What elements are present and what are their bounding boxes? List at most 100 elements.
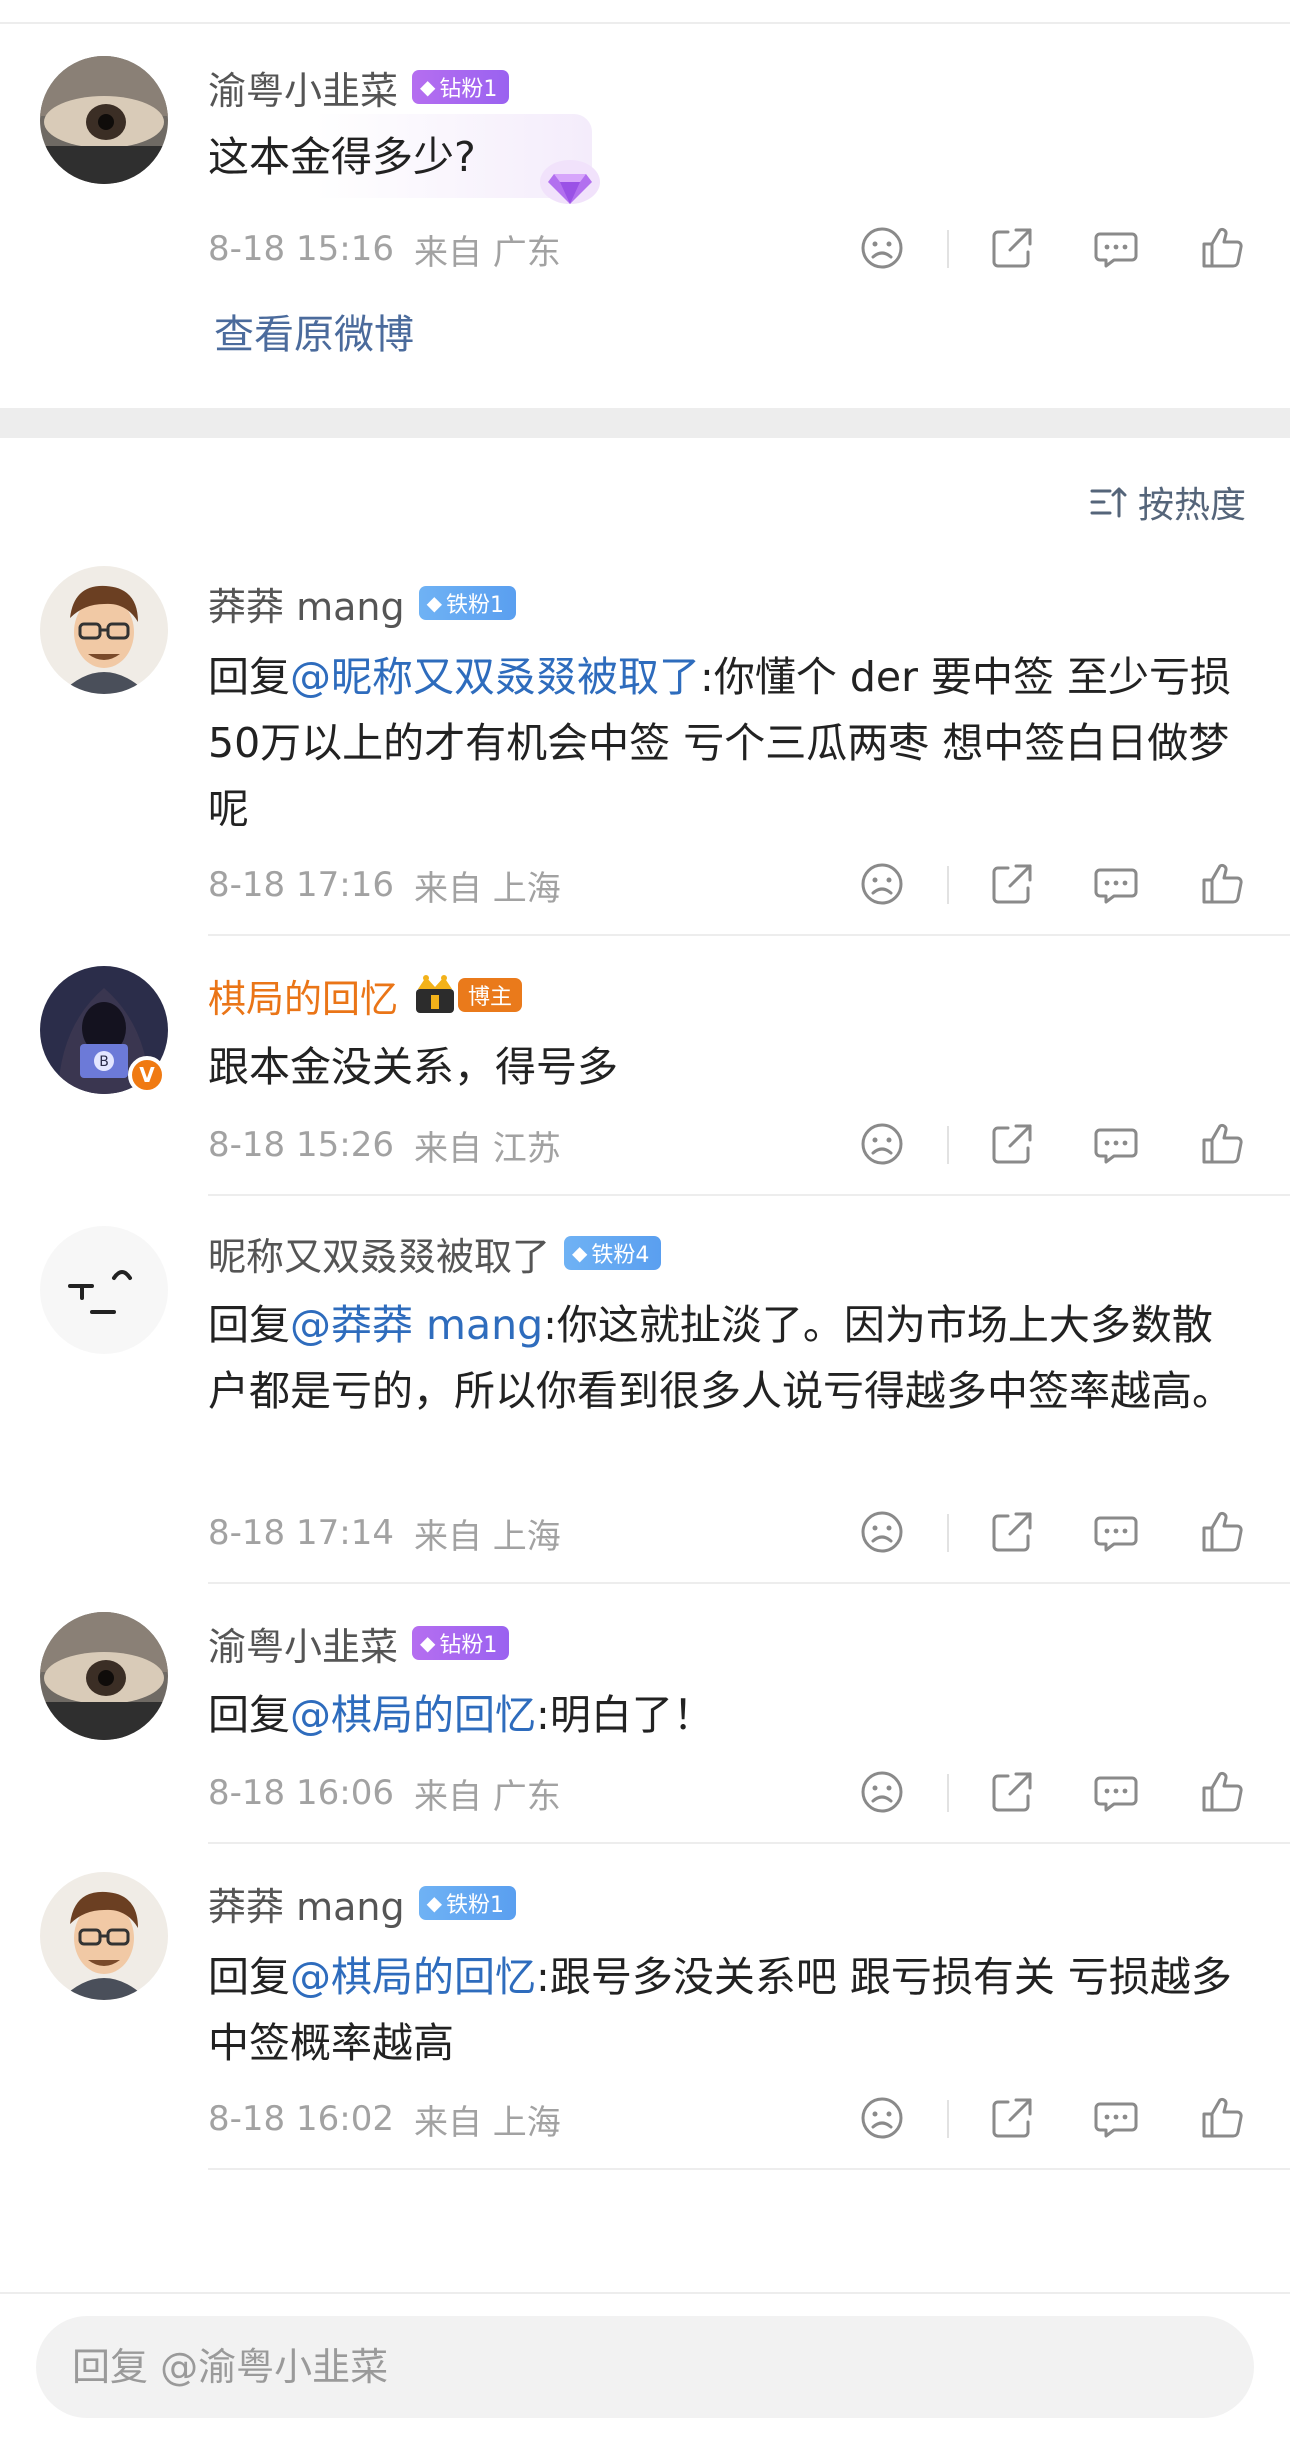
username[interactable]: 渝粤小韭菜	[208, 1616, 398, 1671]
username[interactable]: 莽莽 mang	[208, 576, 405, 631]
frown-face-icon[interactable]	[858, 2094, 906, 2142]
user-row: 昵称又双叒叕被取了 ◆ 铁粉4	[208, 1226, 662, 1281]
share-icon[interactable]	[988, 1120, 1036, 1168]
mention-link[interactable]: @莽莽 mang	[290, 1301, 543, 1349]
comment-bubble-icon[interactable]	[1092, 860, 1140, 908]
share-icon[interactable]	[988, 2094, 1036, 2142]
comment-divider	[208, 2168, 1290, 2170]
frown-face-icon[interactable]	[858, 224, 906, 272]
comment-divider	[208, 934, 1290, 936]
avatar[interactable]	[40, 566, 168, 694]
mention-link[interactable]: @棋局的回忆	[290, 1953, 536, 2001]
top-divider	[0, 22, 1290, 24]
comment-bubble-icon[interactable]	[1092, 224, 1140, 272]
action-bar	[0, 1114, 1290, 1174]
username[interactable]: 棋局的回忆	[208, 968, 398, 1023]
comment-text-content: :明白了！	[536, 1691, 714, 1739]
comment-text: 这本金得多少?	[208, 124, 1248, 190]
badge-label: 铁粉4	[591, 1243, 650, 1268]
fan-badge[interactable]: ◆ 钻粉1	[412, 1626, 510, 1660]
comment-text: 回复@昵称又双叒叕被取了:你懂个 der 要中签 至少亏损50万以上的才有机会中…	[208, 644, 1248, 842]
diamond-icon: ◆	[420, 75, 436, 99]
fan-badge[interactable]: 博主	[458, 978, 523, 1012]
share-icon[interactable]	[988, 1508, 1036, 1556]
thumbs-up-icon[interactable]	[1198, 1508, 1246, 1556]
thumbs-up-icon[interactable]	[1198, 1120, 1246, 1168]
comment-bubble-icon[interactable]	[1092, 1768, 1140, 1816]
avatar[interactable]	[40, 1872, 168, 2000]
reply-prefix: 回复	[208, 1691, 290, 1739]
username[interactable]: 莽莽 mang	[208, 1876, 405, 1931]
user-row: 渝粤小韭菜 ◆ 钻粉1	[208, 60, 510, 115]
sort-button[interactable]: 按热度	[1088, 476, 1246, 528]
badge-label: 铁粉1	[445, 1893, 504, 1918]
reply-prefix: 回复	[208, 1301, 290, 1349]
diamond-icon: ◆	[572, 1241, 588, 1265]
comment-text-content: 这本金得多少?	[208, 133, 476, 181]
thumbs-up-icon[interactable]	[1198, 860, 1246, 908]
comment-divider	[208, 1842, 1290, 1844]
badge-label: 铁粉1	[445, 593, 504, 618]
fan-badge[interactable]: ◆ 铁粉1	[418, 586, 516, 620]
verified-badge-icon: V	[128, 1056, 166, 1094]
badge-label: 博主	[468, 985, 513, 1010]
action-bar	[0, 218, 1290, 278]
username[interactable]: 渝粤小韭菜	[208, 60, 398, 115]
fan-badge[interactable]: ◆ 钻粉1	[412, 70, 510, 104]
badge-label: 钻粉1	[439, 77, 498, 102]
action-bar	[0, 1762, 1290, 1822]
action-separator	[947, 1514, 949, 1552]
thumbs-up-icon[interactable]	[1198, 224, 1246, 272]
fan-badge[interactable]: ◆ 铁粉4	[564, 1236, 662, 1270]
thumbs-up-icon[interactable]	[1198, 2094, 1246, 2142]
comment-bubble-icon[interactable]	[1092, 1508, 1140, 1556]
frown-face-icon[interactable]	[858, 1768, 906, 1816]
section-separator	[0, 408, 1290, 438]
user-row: 莽莽 mang ◆ 铁粉1	[208, 1876, 516, 1931]
reply-input-box[interactable]	[36, 2316, 1254, 2418]
svg-text:B: B	[99, 1054, 109, 1070]
share-icon[interactable]	[988, 860, 1036, 908]
avatar[interactable]	[40, 56, 168, 184]
thumbs-up-icon[interactable]	[1198, 1768, 1246, 1816]
fan-badge[interactable]: ◆ 铁粉1	[418, 1886, 516, 1920]
frown-face-icon[interactable]	[858, 1508, 906, 1556]
badge-label: 钻粉1	[439, 1633, 498, 1658]
sort-label: 按热度	[1138, 485, 1247, 526]
comment-divider	[208, 1582, 1290, 1584]
share-icon[interactable]	[988, 1768, 1036, 1816]
sort-icon	[1090, 487, 1127, 518]
user-row: 渝粤小韭菜 ◆ 钻粉1	[208, 1616, 510, 1671]
action-bar	[0, 1502, 1290, 1562]
action-separator	[947, 1126, 949, 1164]
comment-text: 回复@棋局的回忆:明白了！	[208, 1682, 1248, 1748]
crown-icon	[412, 975, 458, 1015]
frown-face-icon[interactable]	[858, 860, 906, 908]
share-icon[interactable]	[988, 224, 1036, 272]
comment-text: 回复@莽莽 mang:你这就扯淡了。因为市场上大多数散户都是亏的，所以你看到很多…	[208, 1292, 1248, 1424]
action-separator	[947, 230, 949, 268]
avatar[interactable]	[40, 1612, 168, 1740]
bottom-divider	[0, 2292, 1290, 2294]
action-separator	[947, 2100, 949, 2138]
action-bar	[0, 854, 1290, 914]
view-original-link[interactable]: 查看原微博	[214, 302, 414, 360]
mention-link[interactable]: @昵称又双叒叕被取了	[290, 653, 700, 701]
reply-prefix: 回复	[208, 1953, 290, 2001]
comment-divider	[208, 1194, 1290, 1196]
action-bar	[0, 2088, 1290, 2148]
comment-bubble-icon[interactable]	[1092, 2094, 1140, 2142]
diamond-icon: ◆	[426, 591, 442, 615]
avatar[interactable]	[40, 1226, 168, 1354]
action-separator	[947, 866, 949, 904]
username[interactable]: 昵称又双叒叕被取了	[208, 1226, 550, 1281]
reply-prefix: 回复	[208, 653, 290, 701]
comment-text-content: 跟本金没关系，得号多	[208, 1043, 618, 1091]
mention-link[interactable]: @棋局的回忆	[290, 1691, 536, 1739]
user-row: 莽莽 mang ◆ 铁粉1	[208, 576, 516, 631]
frown-face-icon[interactable]	[858, 1120, 906, 1168]
comment-bubble-icon[interactable]	[1092, 1120, 1140, 1168]
reply-input[interactable]	[36, 2316, 1254, 2418]
comment-text: 回复@棋局的回忆:跟号多没关系吧 跟亏损有关 亏损越多 中签概率越高	[208, 1944, 1248, 2076]
diamond-sticker-icon	[530, 150, 610, 210]
